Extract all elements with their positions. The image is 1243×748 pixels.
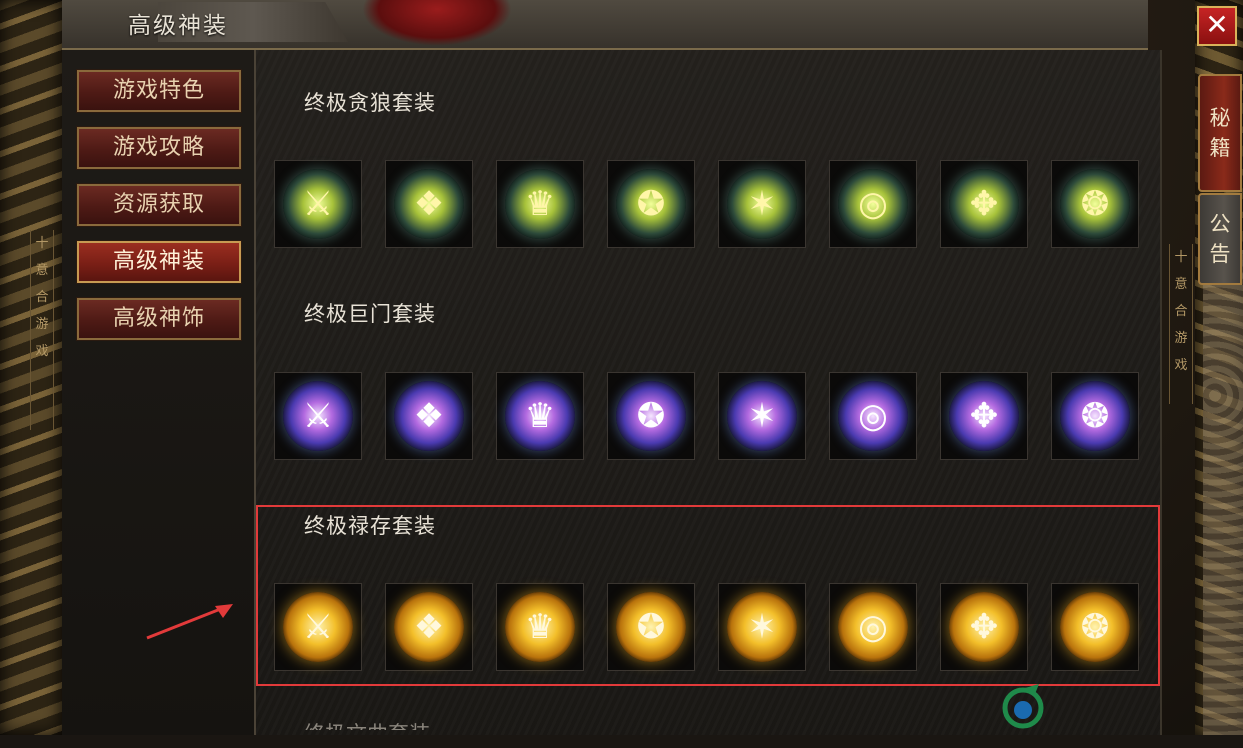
pillar-char: 合 (35, 290, 49, 305)
helmet-icon: ♛ (505, 592, 575, 662)
section-title-partial: 终极文曲套装 (304, 722, 430, 746)
pillar-char: 戏 (35, 344, 49, 359)
boots-icon: ❂ (1060, 592, 1130, 662)
belt-icon: ✥ (949, 592, 1019, 662)
helmet-icon: ♛ (505, 381, 575, 451)
tab-secrets[interactable]: 秘 籍 (1198, 74, 1242, 192)
tab-label-char: 告 (1209, 242, 1231, 266)
gear-slot[interactable]: ✥ (940, 583, 1028, 671)
gear-slot[interactable]: ❂ (1051, 160, 1139, 248)
rock-texture (1203, 250, 1243, 735)
ring-icon: ◎ (838, 592, 908, 662)
bracelet-icon: ✶ (727, 592, 797, 662)
gear-slot[interactable]: ✶ (718, 372, 806, 460)
close-button[interactable]: ✕ (1197, 6, 1237, 46)
armor-icon: ❖ (394, 169, 464, 239)
bracelet-icon: ✶ (727, 169, 797, 239)
menu-item-advanced-accessories[interactable]: 高级神饰 (76, 297, 242, 341)
weapon-icon: ⚔ (283, 592, 353, 662)
gear-slot[interactable]: ◎ (829, 583, 917, 671)
tab-label-char: 秘 (1209, 106, 1231, 130)
pillar-char: 游 (1174, 331, 1188, 346)
main-content: 终极贪狼套装 ⚔ ❖ ♛ ✪ ✶ ◎ ✥ ❂ 终极巨门套装 ⚔ ❖ ♛ ✪ ✶ … (256, 50, 1162, 735)
boots-icon: ❂ (1060, 169, 1130, 239)
gear-slot[interactable]: ◎ (829, 372, 917, 460)
gear-row-giant-gate: ⚔ ❖ ♛ ✪ ✶ ◎ ✥ ❂ (274, 372, 1154, 462)
menu-item-advanced-gear[interactable]: 高级神装 (76, 240, 242, 284)
pillar-char: 十 (1174, 250, 1188, 265)
necklace-icon: ✪ (616, 381, 686, 451)
gear-slot[interactable]: ✥ (940, 372, 1028, 460)
left-pillar-inscription: 十 意 合 游 戏 (30, 230, 54, 430)
boots-icon: ❂ (1060, 381, 1130, 451)
right-pillar-inscription: 十 意 合 游 戏 (1169, 244, 1193, 404)
watermark-logo-icon (1002, 684, 1044, 729)
pillar-char: 意 (1174, 277, 1188, 292)
title-ornament (362, 0, 512, 46)
gear-slot[interactable]: ❂ (1051, 583, 1139, 671)
gear-slot[interactable]: ✪ (607, 160, 695, 248)
tab-announcement[interactable]: 公 告 (1198, 193, 1242, 285)
pillar-char: 合 (1174, 304, 1188, 319)
pillar-char: 意 (35, 263, 49, 278)
pillar-char: 戏 (1174, 358, 1188, 373)
pillar-char: 游 (35, 317, 49, 332)
gear-slot[interactable]: ♛ (496, 160, 584, 248)
necklace-icon: ✪ (616, 592, 686, 662)
section-title: 终极禄存套装 (304, 514, 436, 538)
armor-icon: ❖ (394, 592, 464, 662)
gear-slot[interactable]: ✶ (718, 160, 806, 248)
gear-slot[interactable]: ✶ (718, 583, 806, 671)
necklace-icon: ✪ (616, 169, 686, 239)
gear-row-lucun: ⚔ ❖ ♛ ✪ ✶ ◎ ✥ ❂ (274, 583, 1154, 673)
annotation-arrow-icon (146, 604, 233, 640)
bracelet-icon: ✶ (727, 381, 797, 451)
gear-slot[interactable]: ◎ (829, 160, 917, 248)
armor-icon: ❖ (394, 381, 464, 451)
tab-label-char: 籍 (1209, 136, 1231, 160)
belt-icon: ✥ (949, 381, 1019, 451)
gear-slot[interactable]: ❖ (385, 372, 473, 460)
gear-slot[interactable]: ♛ (496, 583, 584, 671)
ring-icon: ◎ (838, 169, 908, 239)
gear-slot[interactable]: ❖ (385, 160, 473, 248)
gear-slot[interactable]: ❖ (385, 583, 473, 671)
gear-slot[interactable]: ♛ (496, 372, 584, 460)
gear-slot[interactable]: ❂ (1051, 372, 1139, 460)
section-title: 终极贪狼套装 (304, 91, 436, 115)
gear-row-greedy-wolf: ⚔ ❖ ♛ ✪ ✶ ◎ ✥ ❂ (274, 160, 1154, 250)
menu-item-game-guide[interactable]: 游戏攻略 (76, 126, 242, 170)
gear-slot[interactable]: ⚔ (274, 583, 362, 671)
ring-icon: ◎ (838, 381, 908, 451)
section-title: 终极巨门套装 (304, 302, 436, 326)
menu-item-game-features[interactable]: 游戏特色 (76, 69, 242, 113)
menu-item-resources[interactable]: 资源获取 (76, 183, 242, 227)
gear-slot[interactable]: ✪ (607, 372, 695, 460)
belt-icon: ✥ (949, 169, 1019, 239)
gear-slot[interactable]: ⚔ (274, 372, 362, 460)
window-title: 高级神装 (128, 13, 228, 39)
gear-slot[interactable]: ✪ (607, 583, 695, 671)
gear-slot[interactable]: ⚔ (274, 160, 362, 248)
tab-label-char: 公 (1209, 212, 1231, 236)
gear-slot[interactable]: ✥ (940, 160, 1028, 248)
weapon-icon: ⚔ (283, 169, 353, 239)
weapon-icon: ⚔ (283, 381, 353, 451)
pillar-char: 十 (35, 236, 49, 251)
helmet-icon: ♛ (505, 169, 575, 239)
